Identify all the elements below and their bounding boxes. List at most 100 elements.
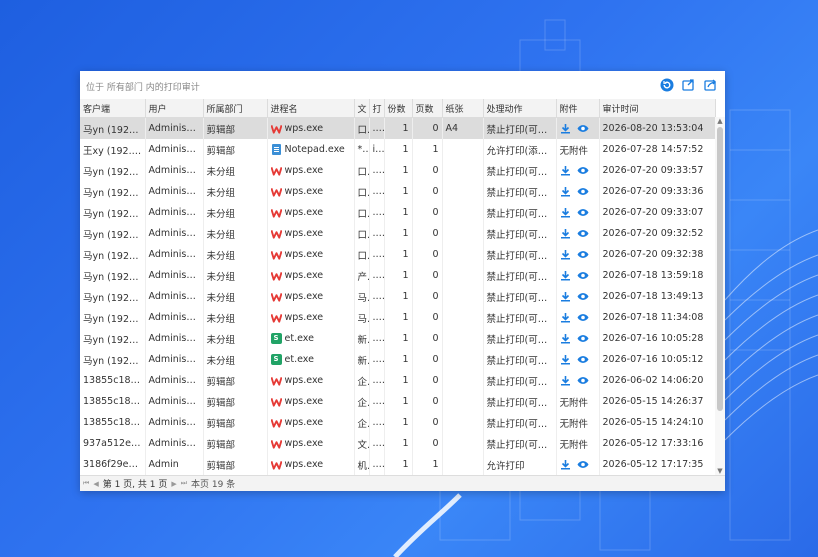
download-icon[interactable] <box>560 459 571 470</box>
column-header[interactable]: 审计时间 <box>599 99 716 118</box>
eye-icon[interactable] <box>577 313 589 322</box>
table-row[interactable]: 13855c18b5... Administra... 剪辑部 wps.exe 企...… <box>80 391 716 412</box>
table-row[interactable]: 3186f29ec4c...Admin剪辑部wps.exe机...11允许打印2… <box>80 454 716 475</box>
vertical-scrollbar[interactable]: ▲ ▼ <box>715 117 725 476</box>
eye-icon[interactable] <box>577 271 589 280</box>
eye-icon[interactable] <box>577 166 589 175</box>
eye-icon[interactable] <box>577 292 589 301</box>
download-icon[interactable] <box>560 165 571 176</box>
cell-client: 王xy (192.16... <box>80 139 146 160</box>
eye-icon[interactable] <box>577 460 589 469</box>
eye-icon[interactable] <box>577 376 589 385</box>
table-row[interactable]: 马yn (192.16...Administra...未分组 wps.exe 口..… <box>80 181 716 202</box>
refresh-icon[interactable] <box>659 77 674 92</box>
column-header[interactable]: 份数 <box>384 99 413 118</box>
column-header[interactable]: 所属部门 <box>203 99 268 118</box>
download-icon[interactable] <box>560 333 571 344</box>
cell-action: 禁止打印(可申请) <box>483 391 557 412</box>
table-row[interactable]: 马yn (192.16...Administra...未分组Set.exe新..… <box>80 349 716 370</box>
column-header[interactable]: 页数 <box>412 99 443 118</box>
cell-dept: 未分组 <box>203 202 268 223</box>
column-header[interactable]: 纸张 <box>442 99 484 118</box>
table-row[interactable]: 马yn (192.16...Administra...剪辑部 wps.exe 口..… <box>80 117 716 139</box>
cell-user: Administra... <box>145 265 204 286</box>
table-row[interactable]: 马yn (192.16...Administra...未分组 wps.exe 产..… <box>80 265 716 286</box>
pagination-bar: ⏮ ◀ 第 1 页, 共 1 页 ▶ ⏭ 本页 19 条 <box>80 475 725 491</box>
table-row[interactable]: 马yn (192.16...Administra...未分组 wps.exe 口..… <box>80 160 716 181</box>
last-page-icon[interactable]: ⏭ <box>181 479 187 488</box>
cell-att: 无附件 <box>556 139 600 160</box>
scrollbar-thumb[interactable] <box>717 127 723 411</box>
cell-user: Administra... <box>145 349 204 370</box>
cell-doc: 文 <box>354 433 370 454</box>
process-name: Notepad.exe <box>284 144 345 155</box>
download-icon[interactable] <box>560 270 571 281</box>
cell-paper <box>442 307 484 328</box>
cell-user: Administra... <box>145 286 204 307</box>
cell-attachment <box>556 349 600 370</box>
table-row[interactable]: 937a512e69...Administra...剪辑部 wps.exe 文...… <box>80 433 716 454</box>
cell-action: 禁止打印(可申请) <box>483 223 557 244</box>
table-row[interactable]: 马yn (192.16...Administra...未分组 wps.exe 马..… <box>80 286 716 307</box>
column-header[interactable]: 客户端 <box>80 99 146 118</box>
table-row[interactable]: 马yn (192.16...Administra...未分组 wps.exe 口..… <box>80 244 716 265</box>
download-icon[interactable] <box>560 207 571 218</box>
cell-time: 2026-07-16 10:05:28 <box>599 328 716 349</box>
cell-action: 禁止打印(可申请) <box>483 433 557 454</box>
download-icon[interactable] <box>560 249 571 260</box>
column-header[interactable]: 打 <box>369 99 385 118</box>
cell-doc: 新 <box>354 349 370 370</box>
table-row[interactable]: 13855c18b5... Administra... 剪辑部 wps.exe 企...… <box>80 412 716 433</box>
share-icon[interactable] <box>703 77 718 92</box>
download-icon[interactable] <box>560 354 571 365</box>
table-row[interactable]: 马yn (192.16...Administra...未分组 wps.exe 口..… <box>80 202 716 223</box>
eye-icon[interactable] <box>577 355 589 364</box>
eye-icon[interactable] <box>577 250 589 259</box>
download-icon[interactable] <box>560 228 571 239</box>
column-header[interactable]: 文 <box>354 99 370 118</box>
cell-pages: 0 <box>412 181 443 202</box>
eye-icon[interactable] <box>577 208 589 217</box>
eye-icon[interactable] <box>577 187 589 196</box>
export-icon[interactable] <box>681 77 696 92</box>
scroll-up-icon[interactable]: ▲ <box>715 117 725 126</box>
wps-icon <box>270 375 282 386</box>
cell-attachment <box>556 117 600 139</box>
cell-client: 马yn (192.16... <box>80 328 146 349</box>
column-header[interactable]: 用户 <box>145 99 204 118</box>
table-row[interactable]: 13855c18b5... Administra... 剪辑部 wps.exe 企...… <box>80 370 716 391</box>
table-header: 客户端 用户 所属部门 进程名 文 打 份数 页数 纸张 处理动作 附件 审计时… <box>80 99 716 118</box>
table-row[interactable]: 王xy (192.16...Administra...剪辑部 Notepad.ex… <box>80 139 716 160</box>
download-icon[interactable] <box>560 375 571 386</box>
cell-action: 允许打印 <box>483 454 557 475</box>
download-icon[interactable] <box>560 312 571 323</box>
cell-dept: 剪辑部 <box>203 139 268 160</box>
cell-pr: ... <box>369 412 385 433</box>
column-header[interactable]: 附件 <box>556 99 600 118</box>
cell-paper <box>442 181 484 202</box>
download-icon[interactable] <box>560 186 571 197</box>
next-page-icon[interactable]: ▶ <box>171 480 176 488</box>
eye-icon[interactable] <box>577 229 589 238</box>
cell-doc: 口 <box>354 181 370 202</box>
cell-user: Administra... <box>145 139 204 160</box>
wps-icon <box>270 459 282 470</box>
cell-doc: 口 <box>354 202 370 223</box>
table-row[interactable]: 马yn (192.16...Administra...未分组 wps.exe 马..… <box>80 307 716 328</box>
column-header[interactable]: 处理动作 <box>483 99 557 118</box>
cell-pr: ... <box>369 244 385 265</box>
table-row[interactable]: 马yn (192.16...Administra...未分组Set.exe新..… <box>80 328 716 349</box>
process-name: wps.exe <box>284 165 324 176</box>
prev-page-icon[interactable]: ◀ <box>93 480 98 488</box>
cell-pr: ... <box>369 307 385 328</box>
cell-action: 禁止打印(可申请) <box>483 307 557 328</box>
cell-copies: 1 <box>384 349 413 370</box>
first-page-icon[interactable]: ⏮ <box>83 479 89 488</box>
cell-time: 2026-07-18 11:34:08 <box>599 307 716 328</box>
eye-icon[interactable] <box>577 124 589 133</box>
eye-icon[interactable] <box>577 334 589 343</box>
download-icon[interactable] <box>560 123 571 134</box>
download-icon[interactable] <box>560 291 571 302</box>
column-header[interactable]: 进程名 <box>267 99 355 118</box>
table-row[interactable]: 马yn (192.16...Administra...未分组 wps.exe 口..… <box>80 223 716 244</box>
